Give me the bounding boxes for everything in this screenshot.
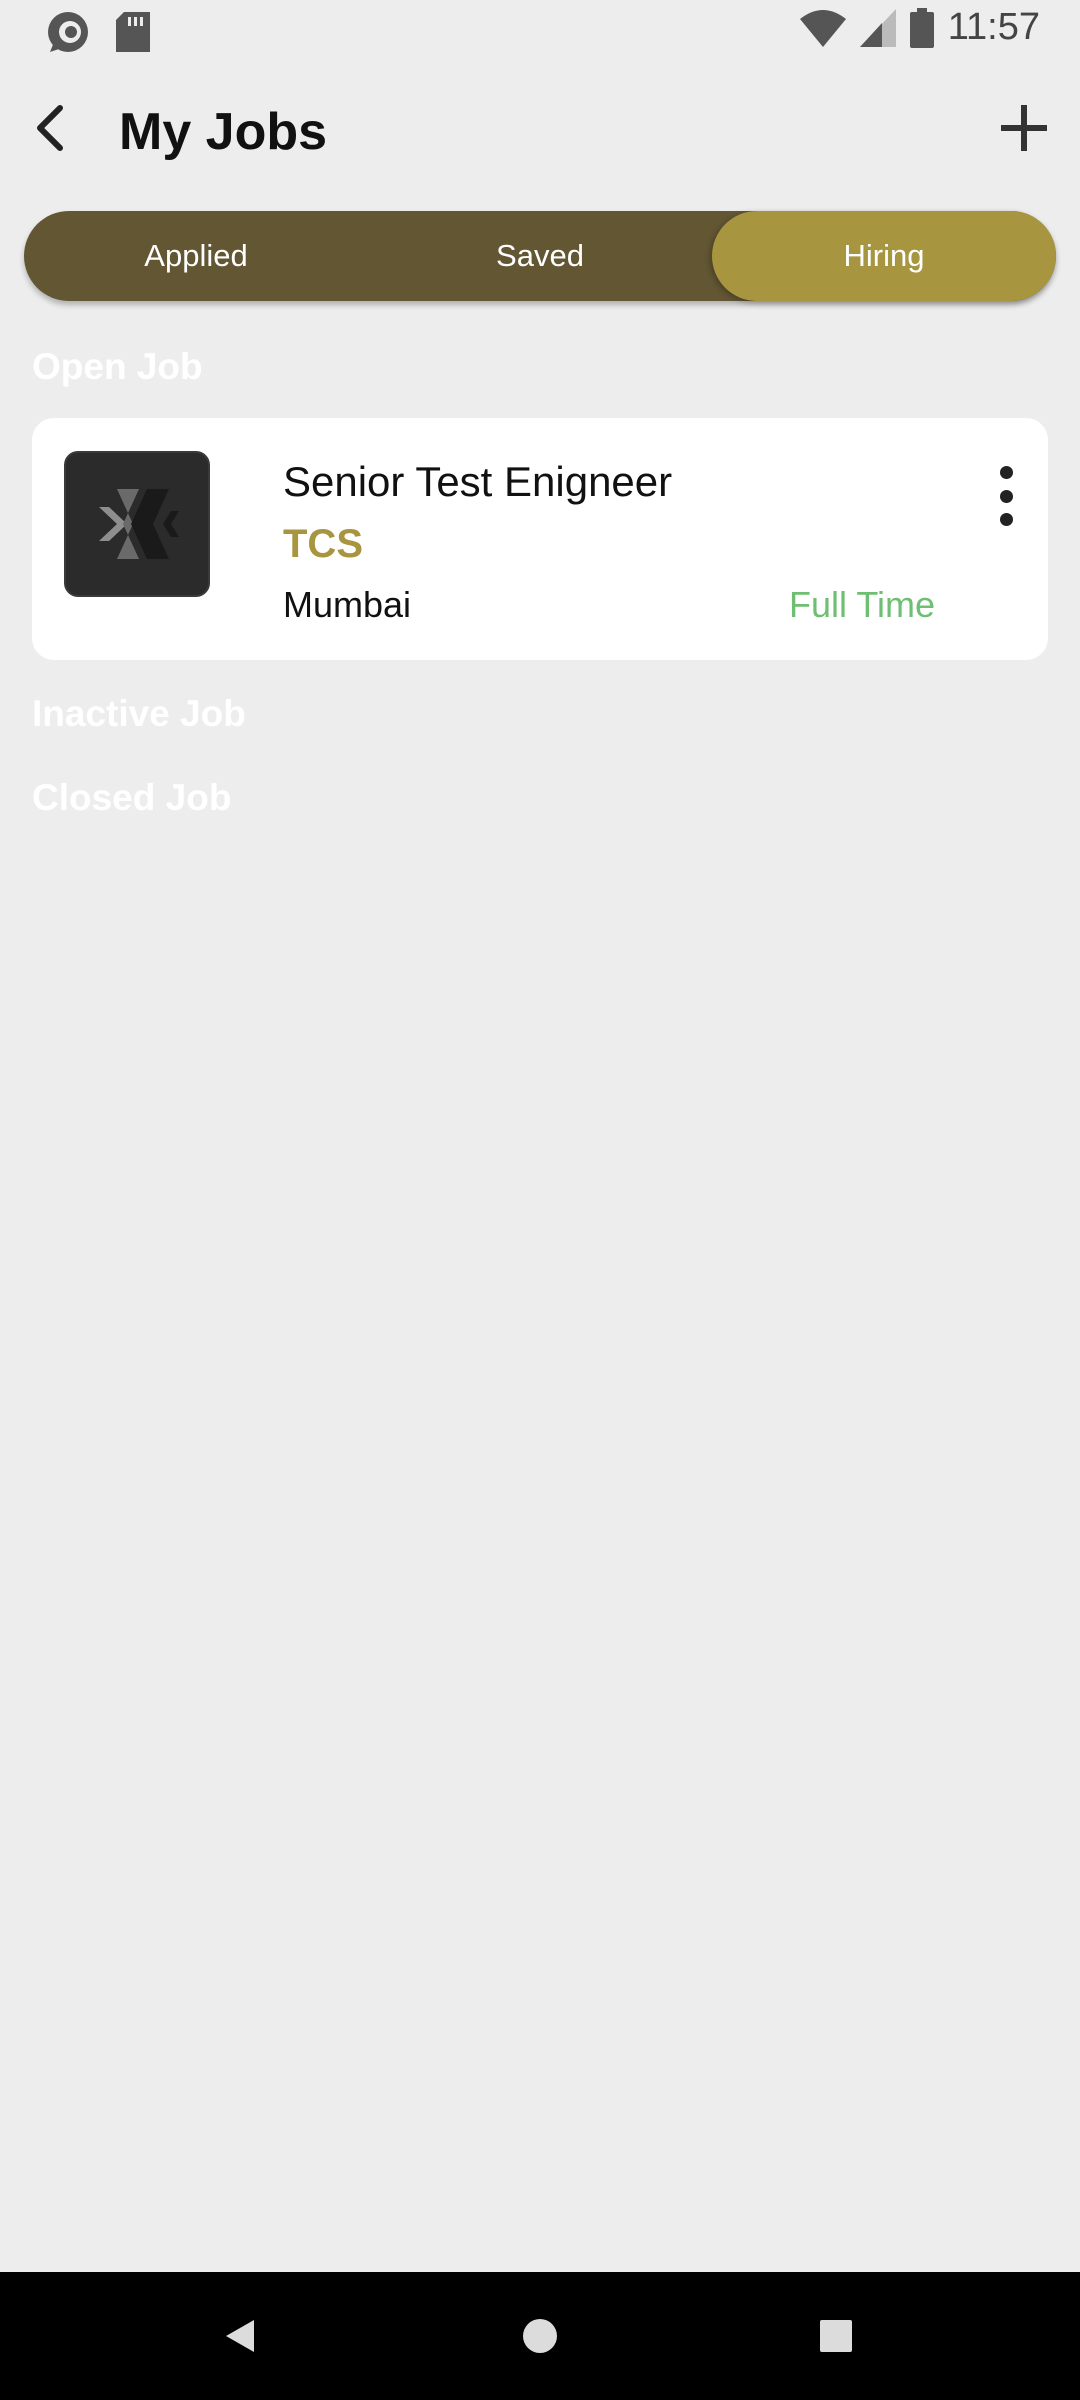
tab-applied[interactable]: Applied — [24, 211, 368, 301]
company-logo — [64, 451, 210, 597]
sync-icon — [48, 12, 88, 52]
section-closed-job[interactable]: Closed Job — [32, 777, 231, 819]
more-vertical-icon[interactable] — [994, 466, 1018, 526]
job-location: Mumbai — [283, 584, 412, 625]
status-time: 11:57 — [947, 6, 1040, 48]
company-name: TCS — [283, 522, 363, 566]
page-title: My Jobs — [119, 103, 328, 161]
job-type: Full Time — [789, 584, 936, 625]
app-bar: My Jobs — [0, 62, 1080, 202]
battery-icon — [909, 7, 934, 48]
cell-signal-icon — [859, 8, 896, 47]
job-card[interactable]: Senior Test Enigneer TCS Mumbai Full Tim… — [32, 418, 1048, 660]
nav-recents-button[interactable] — [804, 2304, 868, 2368]
job-tabs: Applied Saved Hiring — [24, 211, 1056, 301]
nav-home-button[interactable] — [508, 2304, 572, 2368]
section-inactive-job[interactable]: Inactive Job — [32, 693, 246, 735]
status-left-icons — [44, 8, 150, 56]
status-right-icons: 11:57 — [799, 6, 1040, 49]
nav-back-button[interactable] — [208, 2304, 272, 2368]
sd-card-icon — [116, 12, 150, 52]
tab-saved[interactable]: Saved — [368, 211, 712, 301]
company-logo-icon — [99, 489, 179, 559]
nav-back-icon — [226, 2320, 254, 2352]
tab-hiring[interactable]: Hiring — [712, 211, 1056, 301]
system-nav-bar — [0, 2272, 1080, 2400]
back-button[interactable] — [22, 100, 78, 156]
back-arrow-icon — [37, 105, 63, 151]
status-bar: 11:57 — [0, 0, 1080, 62]
add-job-button[interactable] — [994, 98, 1054, 158]
job-title: Senior Test Enigneer — [283, 458, 673, 505]
plus-icon — [1001, 105, 1047, 151]
wifi-icon — [799, 9, 846, 47]
nav-home-icon — [523, 2319, 557, 2353]
section-open-job[interactable]: Open Job — [32, 346, 203, 388]
nav-recents-icon — [820, 2320, 852, 2352]
